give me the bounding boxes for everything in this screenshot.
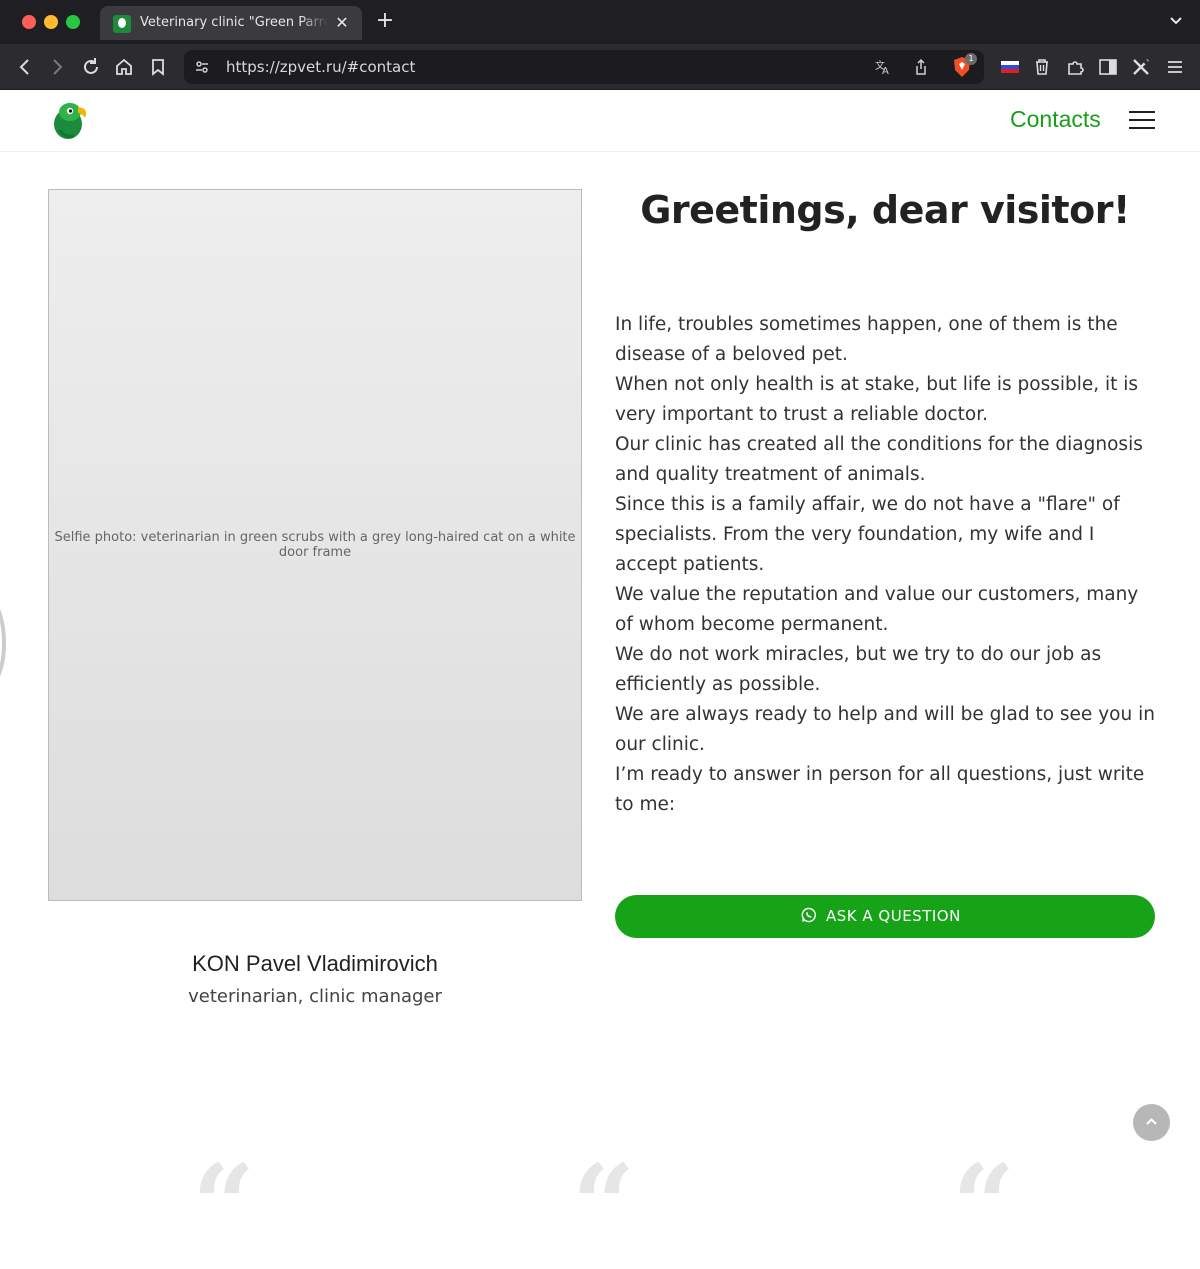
browser-tab[interactable]: Veterinary clinic "Green Parrot" ✕ xyxy=(100,6,362,40)
testimonial-quote-icon: “ xyxy=(572,1140,636,1269)
tab-list-chevron-icon[interactable] xyxy=(1168,12,1184,28)
bookmark-icon[interactable] xyxy=(147,56,169,78)
doctor-photo: Selfie photo: veterinarian in green scru… xyxy=(48,189,582,901)
ask-question-label: ASK A QUESTION xyxy=(826,907,961,925)
minimize-window-button[interactable] xyxy=(44,15,58,29)
brave-shields-icon[interactable]: 1 xyxy=(950,53,977,79)
reload-icon[interactable] xyxy=(80,56,102,78)
sidebar-icon[interactable] xyxy=(1097,56,1119,78)
bio-paragraph: Our clinic has created all the condition… xyxy=(615,434,1143,485)
new-tab-button[interactable]: + xyxy=(374,10,396,32)
home-icon[interactable] xyxy=(113,56,135,78)
share-icon[interactable] xyxy=(912,58,930,76)
bio-text: In life, troubles sometimes happen, one … xyxy=(615,310,1160,820)
main-menu-icon[interactable] xyxy=(1164,56,1186,78)
bio-paragraph: Since this is a family affair, we do not… xyxy=(615,494,1120,575)
bio-paragraph: We are always ready to help and will be … xyxy=(615,704,1155,755)
parrot-favicon-icon xyxy=(113,15,131,33)
doctor-role: veterinarian, clinic manager xyxy=(188,986,442,1007)
greeting-heading: Greetings, dear visitor! xyxy=(640,188,1130,232)
bio-paragraph: We value the reputation and value our cu… xyxy=(615,584,1139,635)
bio-paragraph: We do not work miracles, but we try to d… xyxy=(615,644,1102,695)
maximize-window-button[interactable] xyxy=(66,15,80,29)
bio-paragraph: I’m ready to answer in person for all qu… xyxy=(615,764,1145,815)
whatsapp-icon xyxy=(801,907,816,923)
back-icon[interactable] xyxy=(14,56,36,78)
doctor-name: KON Pavel Vladimirovich xyxy=(192,951,438,976)
bio-paragraph: When not only health is at stake, but li… xyxy=(615,374,1139,425)
testimonial-quote-icon: “ xyxy=(952,1140,1016,1269)
testimonial-quote-icon: “ xyxy=(192,1140,256,1269)
nav-link-contacts[interactable]: Contacts xyxy=(1010,106,1101,133)
chevron-up-icon xyxy=(1146,1118,1157,1125)
scroll-to-top-button[interactable] xyxy=(1133,1104,1170,1141)
green-parrot-logo-icon[interactable] xyxy=(48,98,92,142)
svg-text:A: A xyxy=(882,66,889,76)
ask-question-button[interactable]: ASK A QUESTION xyxy=(615,895,1155,938)
tab-title: Veterinary clinic "Green Parrot" xyxy=(140,15,328,30)
address-bar[interactable]: https://zpvet.ru/#contact 文A 1 xyxy=(184,50,984,84)
wallet-tool-icon[interactable] xyxy=(1130,56,1152,78)
browser-tab-bar: Veterinary clinic "Green Parrot" ✕ + xyxy=(0,0,1200,44)
browser-toolbar: https://zpvet.ru/#contact 文A 1 xyxy=(0,44,1200,90)
translate-icon[interactable]: 文A xyxy=(874,58,892,76)
site-settings-icon[interactable] xyxy=(194,59,210,75)
close-window-button[interactable] xyxy=(22,15,36,29)
doctor-photo-image: Selfie photo: veterinarian in green scru… xyxy=(48,189,582,901)
extensions-icon[interactable] xyxy=(1064,56,1086,78)
bio-paragraph: In life, troubles sometimes happen, one … xyxy=(615,314,1118,365)
russian-flag-icon[interactable] xyxy=(999,56,1021,78)
shields-count-badge: 1 xyxy=(965,53,977,65)
url-text: https://zpvet.ru/#contact xyxy=(226,58,416,76)
trash-icon[interactable] xyxy=(1031,56,1053,78)
side-slider-handle[interactable] xyxy=(0,598,6,688)
site-header: Contacts xyxy=(0,90,1200,152)
tab-close-icon[interactable]: ✕ xyxy=(332,13,352,33)
hamburger-menu-icon[interactable] xyxy=(1129,111,1155,129)
forward-icon[interactable] xyxy=(46,56,68,78)
